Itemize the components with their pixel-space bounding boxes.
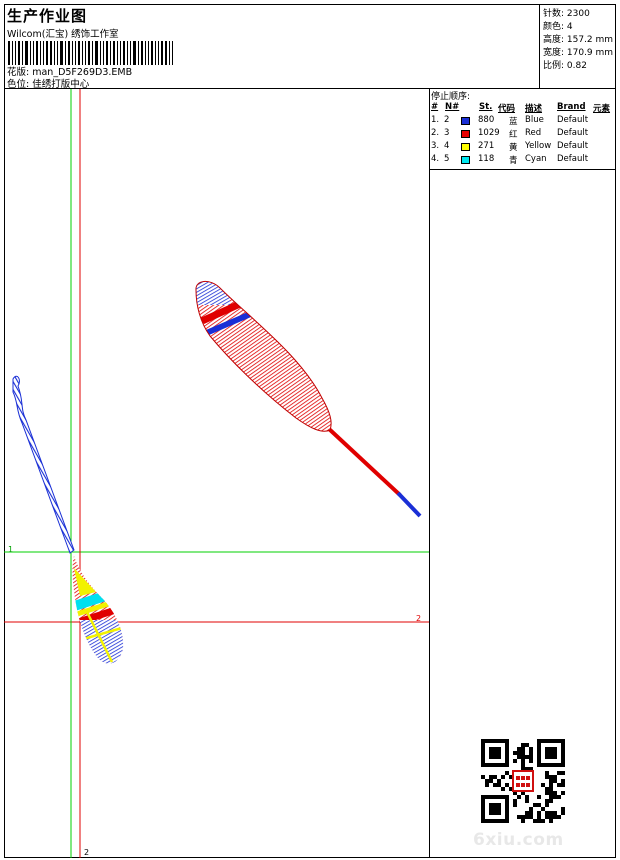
- feather-lower-left: [12, 375, 124, 664]
- guide-label-v2: 2: [84, 848, 89, 857]
- feather-upper: [195, 281, 422, 518]
- watermark-text: 6xiu.com: [473, 830, 564, 850]
- qr-code-image: [481, 739, 565, 823]
- embroidery-preview: 1 2 2: [4, 89, 429, 858]
- guide-label-1: 1: [8, 545, 13, 554]
- guide-label-h2: 2: [416, 614, 421, 623]
